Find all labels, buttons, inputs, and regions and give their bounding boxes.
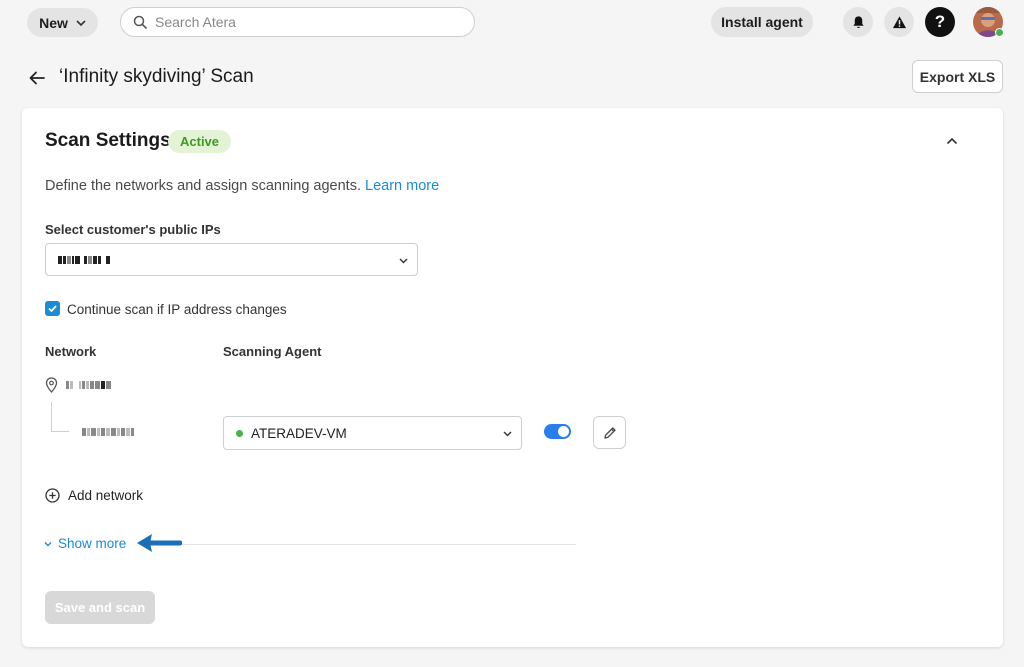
agent-status-dot (236, 429, 243, 437)
bell-icon (852, 15, 864, 28)
new-button-label: New (39, 14, 68, 31)
continue-scan-checkbox[interactable] (45, 301, 60, 316)
status-badge: Active (168, 130, 232, 153)
add-network-button[interactable]: Add network (45, 488, 143, 503)
show-more-link[interactable]: Show more (44, 536, 126, 551)
chevron-down-icon (44, 541, 52, 546)
back-arrow-icon[interactable] (28, 69, 46, 87)
annotation-arrow-icon (137, 534, 182, 552)
location-pin-icon (45, 377, 58, 393)
divider (182, 544, 576, 545)
search-input[interactable] (155, 14, 455, 30)
checkmark-icon (48, 305, 57, 313)
avatar[interactable] (973, 7, 1004, 37)
scanning-agent-select[interactable]: ATERADEV-VM (223, 416, 522, 450)
install-agent-button[interactable]: Install agent (711, 7, 813, 37)
scan-settings-card: Scan Settings Active Define the networks… (22, 108, 1003, 647)
agent-column-header: Scanning Agent (223, 344, 322, 359)
add-network-label: Add network (68, 488, 144, 503)
warning-icon (892, 15, 906, 28)
chevron-up-icon[interactable] (945, 134, 959, 148)
edit-network-button[interactable] (593, 416, 626, 449)
agent-name: ATERADEV-VM (251, 425, 347, 441)
redacted-network-name (66, 381, 112, 389)
plus-circle-icon (45, 488, 60, 503)
card-description: Define the networks and assign scanning … (45, 178, 439, 194)
question-mark-icon: ? (934, 12, 946, 31)
redacted-subnet (82, 428, 135, 436)
alerts-button[interactable] (884, 7, 914, 37)
tree-connector (51, 402, 69, 432)
card-title: Scan Settings (45, 130, 171, 151)
chevron-down-icon (399, 258, 408, 263)
help-button[interactable]: ? (925, 7, 955, 37)
notifications-button[interactable] (843, 7, 873, 37)
redacted-ip-value (58, 255, 111, 264)
new-button[interactable]: New (27, 8, 98, 37)
chevron-down-icon (76, 19, 86, 26)
online-status-indicator (995, 28, 1004, 37)
continue-scan-label: Continue scan if IP address changes (67, 302, 287, 317)
save-and-scan-button[interactable]: Save and scan (45, 591, 155, 624)
search-bar[interactable] (120, 7, 475, 37)
network-column-header: Network (45, 344, 97, 359)
public-ips-select[interactable] (45, 243, 418, 276)
page-title: ‘Infinity skydiving’ Scan (59, 66, 254, 87)
search-icon (133, 15, 147, 29)
pencil-icon (603, 426, 616, 439)
description-text: Define the networks and assign scanning … (45, 178, 361, 194)
export-xls-button[interactable]: Export XLS (912, 60, 1003, 93)
public-ips-label: Select customer's public IPs (45, 222, 221, 237)
learn-more-link[interactable]: Learn more (365, 178, 439, 194)
agent-enabled-toggle[interactable] (544, 424, 571, 439)
chevron-down-icon (503, 431, 512, 437)
show-more-label: Show more (58, 536, 127, 551)
